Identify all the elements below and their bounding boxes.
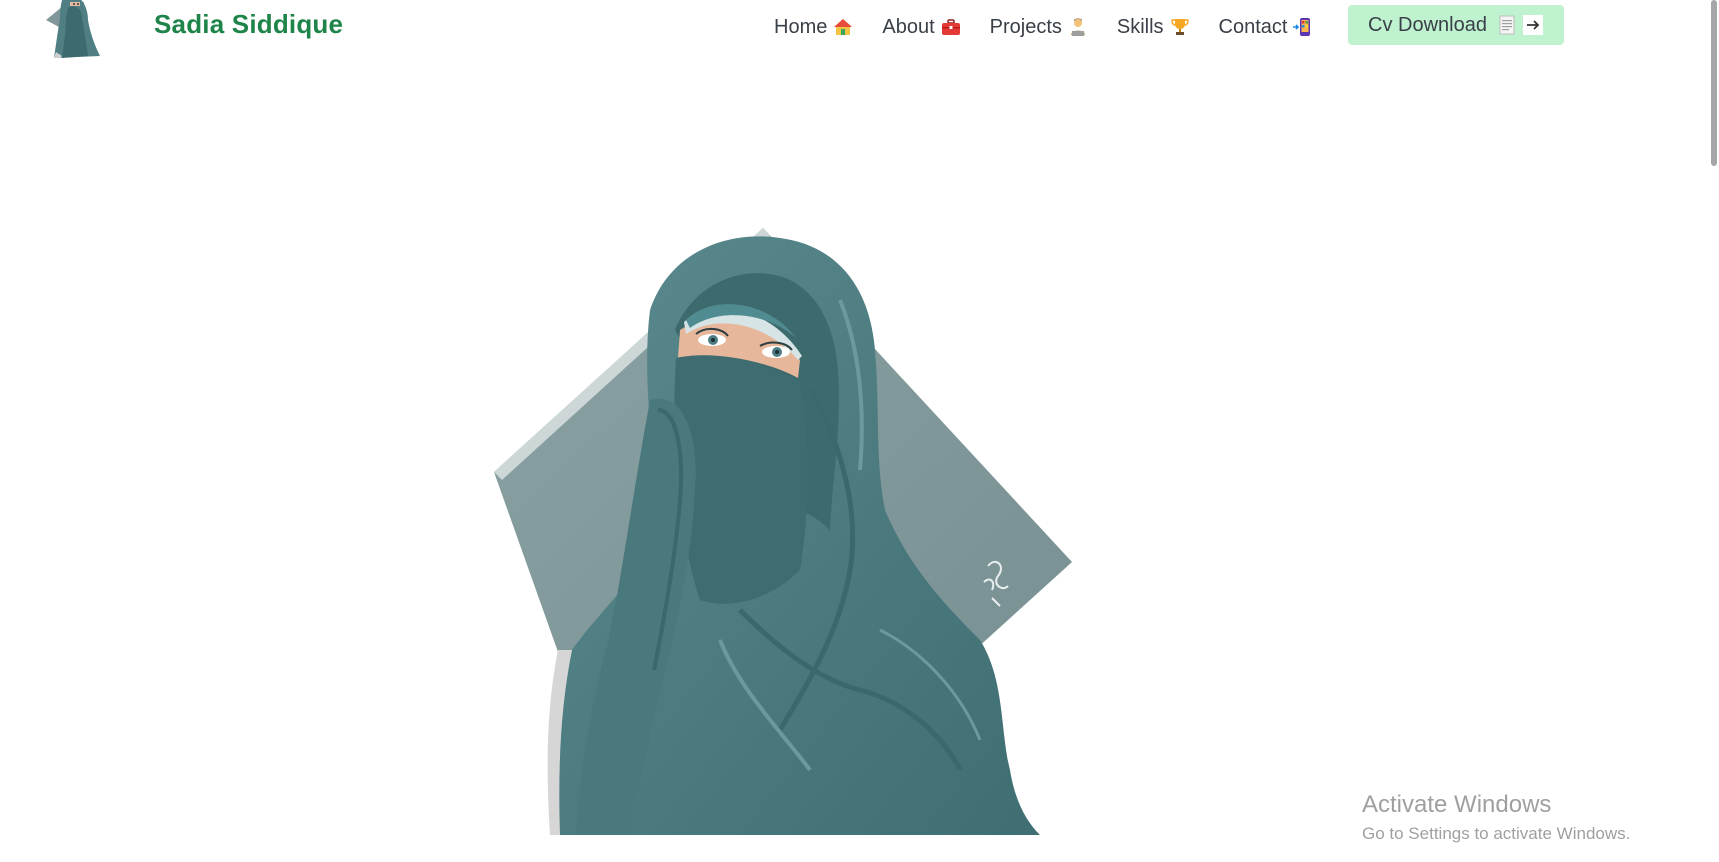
technologist-icon [1068,17,1088,37]
nav-item-label: Home [774,15,828,38]
trophy-icon [1170,17,1190,37]
phone-arrow-icon [1293,17,1313,37]
document-icon [1499,15,1515,35]
navbar: Sadia Siddique Home About Projects Skill… [0,0,1700,60]
watermark-subtitle: Go to Settings to activate Windows. [1362,824,1631,843]
activate-windows-watermark: Activate Windows Go to Settings to activ… [1362,790,1630,846]
brand-name[interactable]: Sadia Siddique [154,9,343,40]
avatar-logo-icon [46,0,100,58]
watermark-title: Activate Windows [1362,791,1552,818]
briefcase-icon [941,17,961,37]
nav-item-projects[interactable]: Projects [990,16,1088,39]
nav-item-home[interactable]: Home [774,16,853,39]
nav-item-label: Projects [989,15,1062,38]
cv-download-button[interactable]: Cv Download [1348,5,1564,45]
niqab-woman-illustration [494,228,1072,835]
brand-logo[interactable] [44,0,108,58]
scrollbar-thumb[interactable] [1711,0,1717,166]
house-icon [833,17,853,37]
nav-item-about[interactable]: About [882,16,960,39]
portfolio-page: Sadia Siddique Home About Projects Skill… [0,0,1719,862]
arrow-right-icon [1522,15,1543,35]
nav-item-label: About [882,15,935,38]
page-scrollbar[interactable] [1708,0,1719,862]
cv-download-label: Cv Download [1368,13,1487,36]
nav-item-label: Contact [1218,15,1288,38]
nav-menu: Home About Projects Skills Contact [774,12,1342,42]
nav-item-contact[interactable]: Contact [1219,16,1314,39]
nav-item-skills[interactable]: Skills [1117,16,1190,39]
hero-illustration [480,210,1080,835]
nav-item-label: Skills [1116,15,1164,38]
